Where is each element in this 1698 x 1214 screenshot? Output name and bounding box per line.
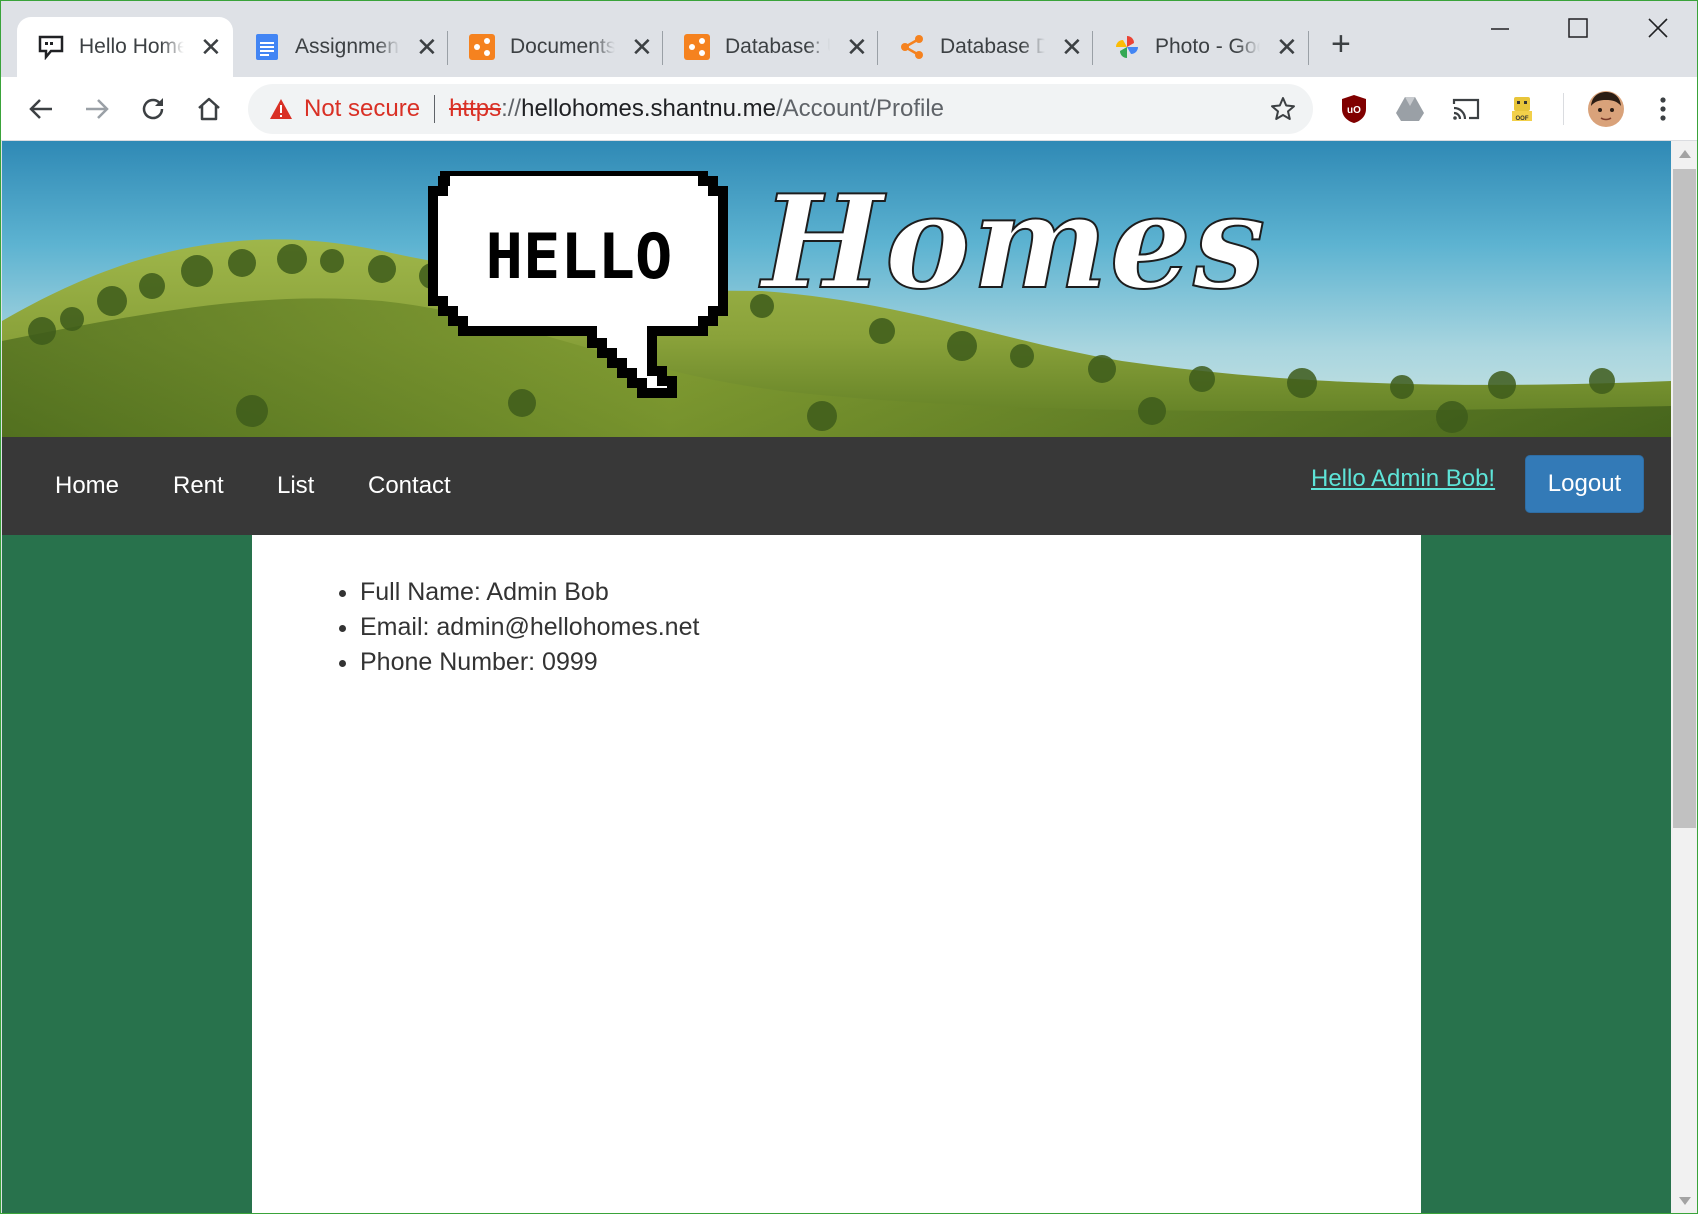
menu-kebab-icon[interactable] (1646, 92, 1680, 126)
scroll-up-arrow-icon[interactable] (1671, 141, 1697, 167)
toolbar-divider (1563, 93, 1564, 125)
tab-hello-homes[interactable]: Hello Homes ✕ (17, 17, 233, 77)
security-status[interactable]: Not secure (304, 95, 420, 123)
tab-title: Hello Homes (79, 35, 184, 58)
close-icon[interactable]: ✕ (846, 34, 868, 60)
url-path: /Account/Profile (775, 95, 945, 122)
web-page: HELLO Homes Home Rent List Contact Hello… (2, 141, 1671, 1213)
tab-title: Photo - Google (1155, 35, 1260, 58)
google-drive-icon[interactable] (1393, 92, 1427, 126)
url-text[interactable]: https://hellohomes.shantnu.me/Account/Pr… (449, 95, 944, 123)
close-icon[interactable]: ✕ (200, 34, 222, 60)
nav-home-link[interactable]: Home (55, 437, 119, 535)
nav-contact-link[interactable]: Contact (368, 437, 451, 535)
google-docs-icon (253, 33, 281, 61)
browser-toolbar: Not secure https://hellohomes.shantnu.me… (1, 77, 1697, 141)
oof-extension-icon[interactable]: OOF (1505, 92, 1539, 126)
profile-full-name: Full Name: Admin Bob (360, 575, 699, 610)
scroll-down-arrow-icon[interactable] (1671, 1188, 1697, 1213)
url-host: hellohomes.shantnu.me (521, 95, 776, 122)
cast-icon[interactable] (1449, 92, 1483, 126)
new-tab-icon[interactable]: + (1331, 27, 1351, 61)
tab-assignment[interactable]: Assignment ✕ (233, 17, 447, 77)
logo-homes-text: Homes (761, 168, 1268, 318)
tab-divider (1308, 31, 1309, 65)
close-icon[interactable]: ✕ (631, 34, 653, 60)
minimize-icon[interactable] (1489, 11, 1511, 37)
scrollbar-thumb[interactable] (1673, 169, 1696, 828)
close-icon[interactable]: ✕ (1061, 34, 1083, 60)
nav-list-link[interactable]: List (277, 437, 314, 535)
profile-avatar[interactable] (1587, 90, 1625, 128)
tab-title: Database D (940, 35, 1045, 58)
logo-hello-text: HELLO (486, 220, 673, 293)
site-navbar: Home Rent List Contact Hello Admin Bob! … (2, 437, 1671, 535)
page-scrollbar[interactable] (1671, 141, 1697, 1213)
profile-phone: Phone Number: 0999 (360, 645, 699, 680)
home-icon[interactable] (189, 89, 229, 129)
svg-text:uO: uO (1347, 105, 1361, 116)
reload-icon[interactable] (133, 89, 173, 129)
profile-details-list: Full Name: Admin Bob Email: admin@helloh… (360, 575, 699, 680)
logout-button[interactable]: Logout (1525, 455, 1644, 513)
orange-diagram-icon (683, 33, 711, 61)
pinwheel-icon (1113, 33, 1141, 61)
address-bar[interactable]: Not secure https://hellohomes.shantnu.me… (248, 84, 1313, 134)
tab-database-d[interactable]: Database D ✕ (878, 17, 1092, 77)
omnibox-divider (434, 95, 436, 123)
bookmark-star-icon[interactable] (1269, 95, 1297, 123)
close-icon[interactable]: ✕ (1276, 34, 1298, 60)
close-icon[interactable]: ✕ (416, 34, 438, 60)
orange-diagram-icon (468, 33, 496, 61)
tab-title: Assignment (295, 35, 400, 58)
profile-content-panel: Full Name: Admin Bob Email: admin@helloh… (252, 535, 1421, 1213)
user-greeting-link[interactable]: Hello Admin Bob! (1311, 465, 1495, 493)
header-banner: HELLO Homes (2, 141, 1671, 437)
warning-icon[interactable] (268, 97, 294, 121)
share-icon (898, 33, 926, 61)
url-separator: :// (501, 95, 522, 122)
forward-icon[interactable] (77, 89, 117, 129)
tab-database-u[interactable]: Database: U ✕ (663, 17, 877, 77)
profile-email: Email: admin@hellohomes.net (360, 610, 699, 645)
tab-title: Documents (510, 35, 615, 58)
logo-speech-bubble-icon: HELLO (428, 171, 728, 398)
back-icon[interactable] (21, 89, 61, 129)
nav-rent-link[interactable]: Rent (173, 437, 224, 535)
window-close-icon[interactable] (1647, 17, 1669, 43)
chat-bubble-icon (37, 33, 65, 61)
browser-window: Hello Homes ✕ Assignment ✕ Documents ✕ D… (0, 0, 1698, 1214)
tab-title: Database: U (725, 35, 830, 58)
ublock-icon[interactable]: uO (1337, 92, 1371, 126)
maximize-icon[interactable] (1567, 17, 1589, 43)
svg-text:OOF: OOF (1516, 116, 1529, 122)
tab-photo[interactable]: Photo - Google ✕ (1093, 17, 1307, 77)
url-scheme: https (449, 95, 502, 122)
tab-documents[interactable]: Documents ✕ (448, 17, 662, 77)
tab-strip: Hello Homes ✕ Assignment ✕ Documents ✕ D… (1, 1, 1697, 77)
